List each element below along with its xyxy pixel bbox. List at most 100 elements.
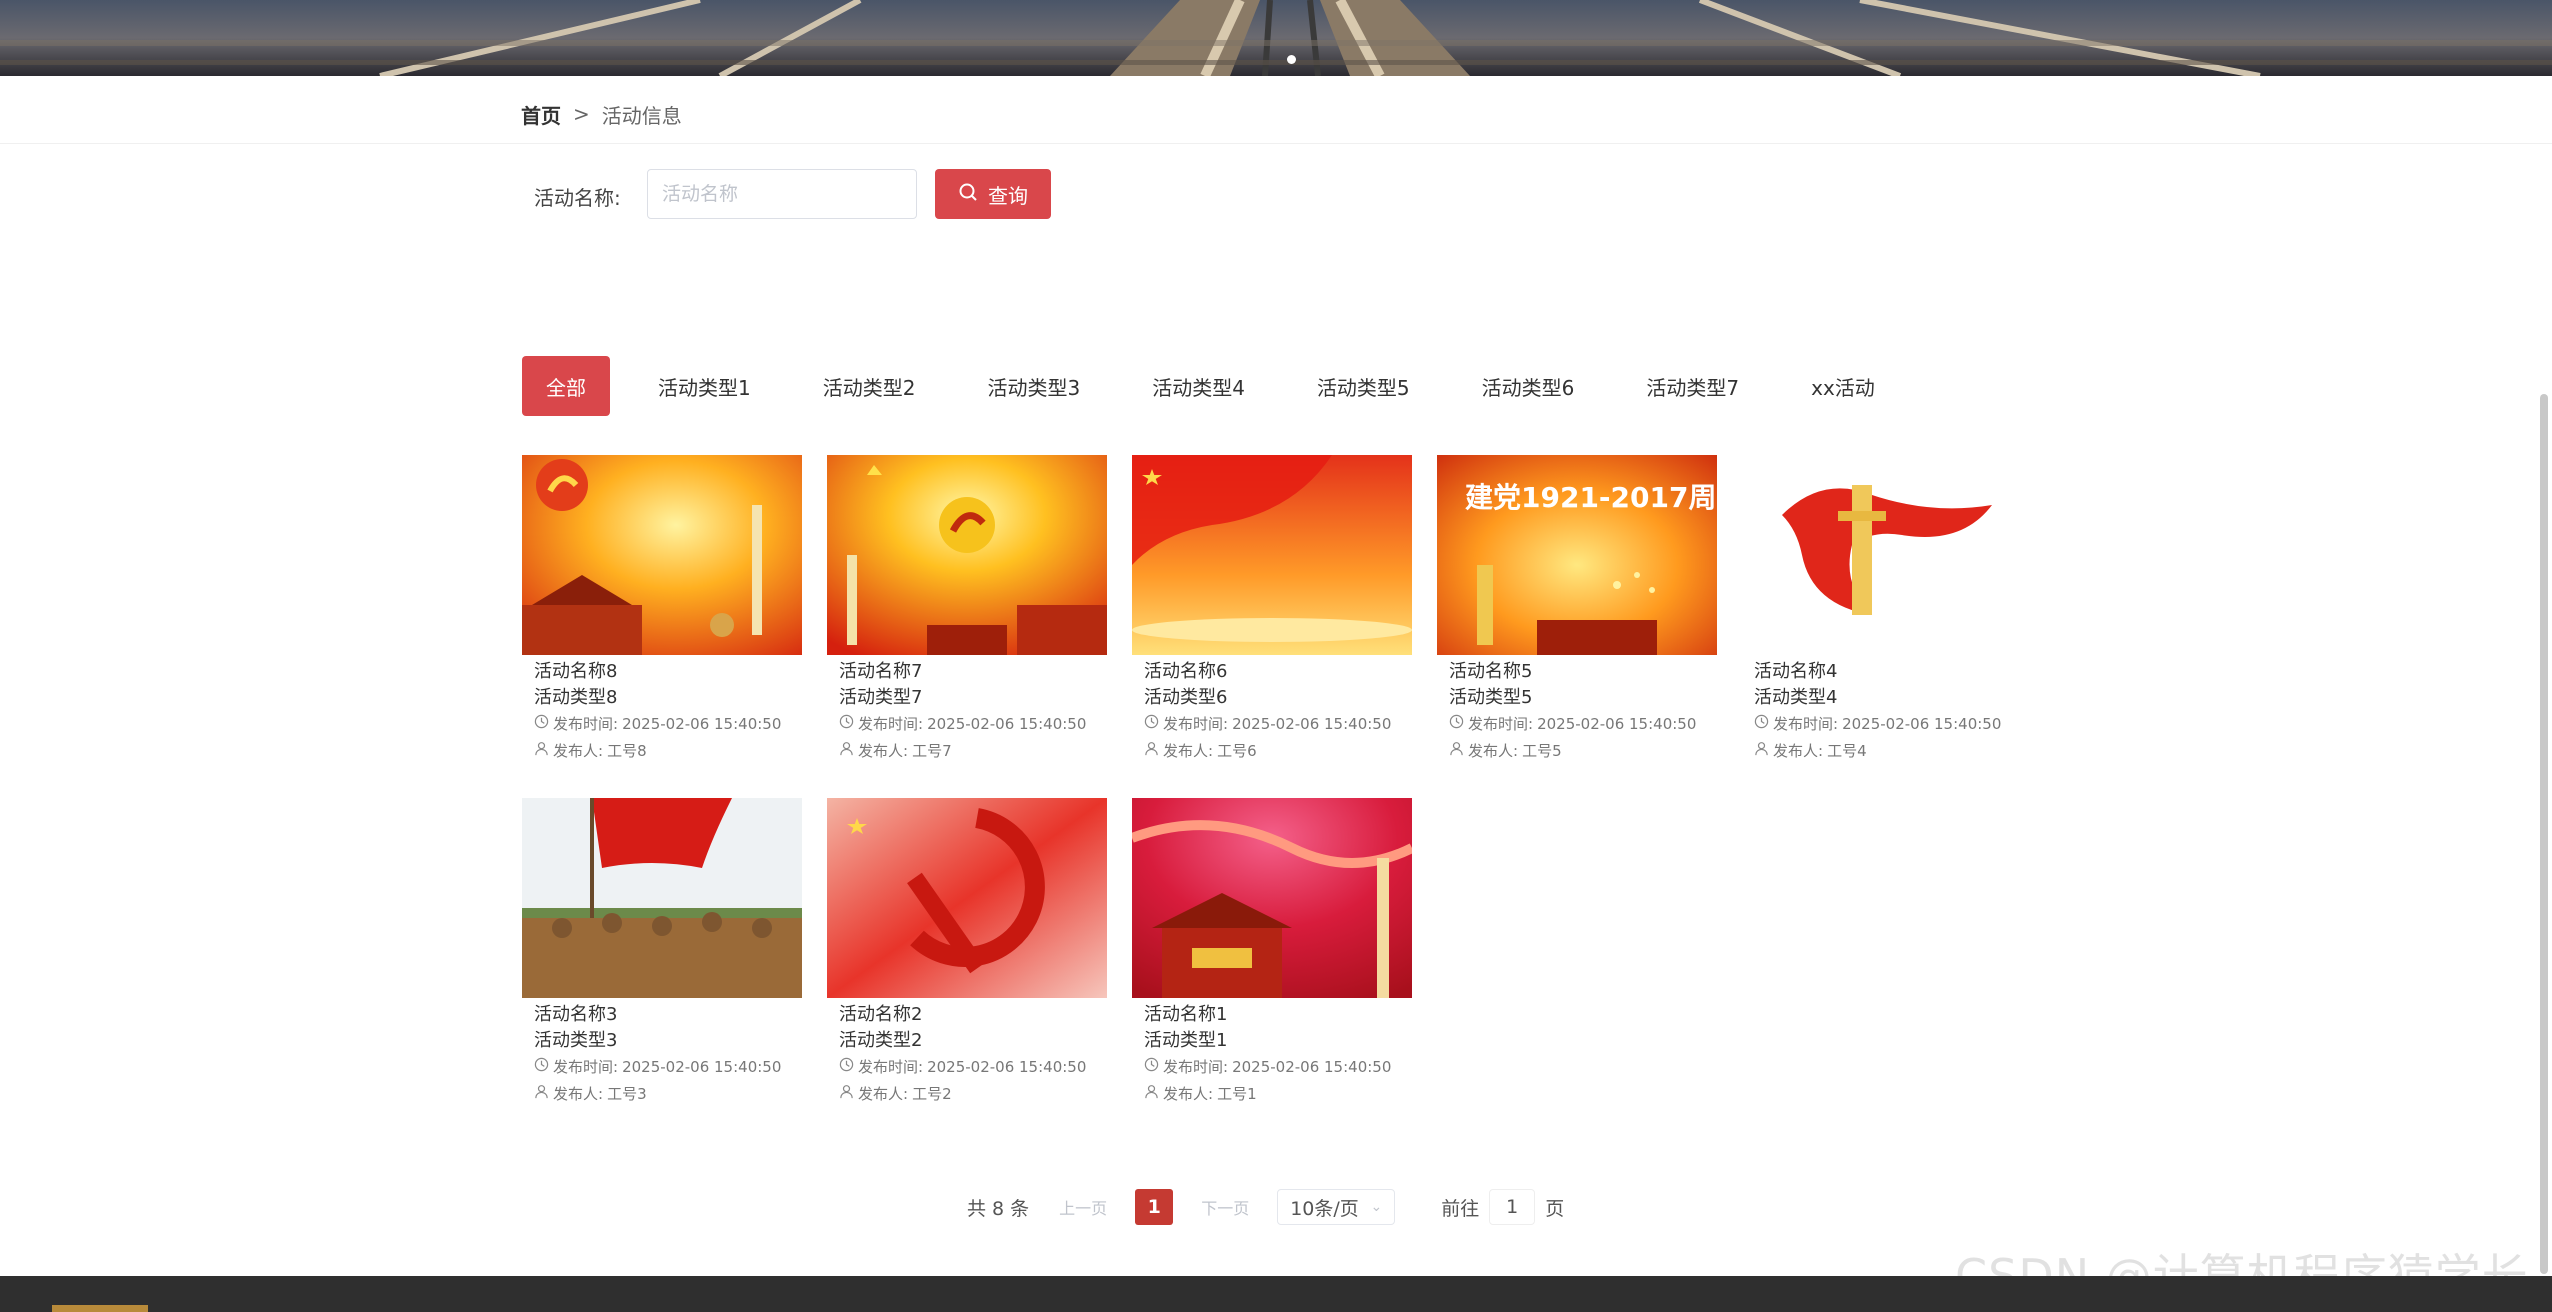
footer (0, 1276, 2552, 1312)
breadcrumb-separator: > (573, 102, 590, 126)
publisher-value: 工号5 (1522, 742, 1562, 760)
user-icon (534, 738, 549, 765)
clock-icon (1754, 711, 1769, 738)
activity-card[interactable]: 活动名称6 活动类型6 发布时间: 2025-02-06 15:40:50 发布… (1132, 455, 1412, 765)
divider (0, 143, 2552, 144)
publish-time-label: 发布时间: (553, 715, 619, 733)
activity-thumbnail[interactable] (522, 455, 802, 655)
publish-time: 发布时间: 2025-02-06 15:40:50 (839, 711, 1107, 738)
activity-thumbnail[interactable] (522, 798, 802, 998)
publisher-label: 发布人: (1468, 742, 1519, 760)
activity-thumbnail[interactable] (1742, 455, 2022, 655)
tab-all[interactable]: 全部 (522, 356, 610, 416)
activity-type: 活动类型4 (1754, 687, 1838, 708)
activity-thumbnail[interactable] (827, 455, 1107, 655)
clock-icon (1449, 711, 1464, 738)
publisher: 发布人: 工号4 (1754, 738, 2022, 765)
clock-icon (839, 711, 854, 738)
clock-icon (534, 711, 549, 738)
activity-card[interactable]: 建党1921-2017周年 活动名称5 活动类型5 发布时间: 2025-02-… (1437, 455, 1717, 765)
publisher: 发布人: 工号3 (534, 1081, 802, 1108)
activity-card[interactable]: 活动名称7 活动类型7 发布时间: 2025-02-06 15:40:50 发布… (827, 455, 1107, 765)
publisher-value: 工号7 (912, 742, 952, 760)
breadcrumb-current: 活动信息 (601, 103, 682, 128)
tab-type4[interactable]: 活动类型4 (1128, 356, 1269, 416)
publish-time-label: 发布时间: (858, 1058, 924, 1076)
publish-time-value: 2025-02-06 15:40:50 (1232, 1058, 1392, 1076)
publish-time-label: 发布时间: (1773, 715, 1839, 733)
publisher: 发布人: 工号2 (839, 1081, 1107, 1108)
breadcrumb-home[interactable]: 首页 (521, 100, 561, 129)
publisher-label: 发布人: (553, 742, 604, 760)
activity-name: 活动名称8 (534, 661, 618, 682)
tab-type3[interactable]: 活动类型3 (963, 356, 1104, 416)
activity-card[interactable]: 活动名称8 活动类型8 发布时间: 2025-02-06 15:40:50 发布… (522, 455, 802, 765)
activity-name: 活动名称2 (839, 1004, 923, 1025)
user-icon (839, 1081, 854, 1108)
goto-page-input[interactable]: 1 (1489, 1189, 1536, 1225)
chevron-down-icon: ⌄ (1370, 1199, 1383, 1215)
page-size-value: 10条/页 (1290, 1197, 1359, 1220)
publisher-label: 发布人: (553, 1085, 604, 1103)
publisher: 发布人: 工号1 (1144, 1081, 1412, 1108)
activity-card[interactable]: 活动名称3 活动类型3 发布时间: 2025-02-06 15:40:50 发布… (522, 798, 802, 1108)
search-button[interactable]: 查询 (935, 169, 1051, 219)
tab-type1[interactable]: 活动类型1 (634, 356, 775, 416)
activity-name: 活动名称1 (1144, 1004, 1228, 1025)
publisher-label: 发布人: (1773, 742, 1824, 760)
publish-time-value: 2025-02-06 15:40:50 (1537, 715, 1697, 733)
activity-thumbnail[interactable]: 建党1921-2017周年 (1437, 455, 1717, 655)
activity-card[interactable]: 活动名称2 活动类型2 发布时间: 2025-02-06 15:40:50 发布… (827, 798, 1107, 1108)
publish-time-label: 发布时间: (1163, 1058, 1229, 1076)
activity-type: 活动类型5 (1449, 687, 1533, 708)
breadcrumb: 首页 > 活动信息 (521, 100, 682, 129)
publisher-value: 工号8 (607, 742, 647, 760)
user-icon (839, 738, 854, 765)
activity-thumbnail[interactable] (827, 798, 1107, 998)
publish-time: 发布时间: 2025-02-06 15:40:50 (839, 1054, 1107, 1081)
publisher-label: 发布人: (858, 742, 909, 760)
publish-time-value: 2025-02-06 15:40:50 (622, 715, 782, 733)
tab-type5[interactable]: 活动类型5 (1293, 356, 1434, 416)
tab-type7[interactable]: 活动类型7 (1622, 356, 1763, 416)
publisher-label: 发布人: (1163, 742, 1214, 760)
activity-type: 活动类型1 (1144, 1030, 1228, 1051)
publish-time-label: 发布时间: (858, 715, 924, 733)
publisher-value: 工号2 (912, 1085, 952, 1103)
page-number-button[interactable]: 1 (1135, 1189, 1174, 1225)
search-button-label: 查询 (988, 183, 1028, 208)
publish-time: 发布时间: 2025-02-06 15:40:50 (1449, 711, 1717, 738)
page-size-select[interactable]: 10条/页 ⌄ (1277, 1189, 1396, 1225)
activity-name-input[interactable] (647, 169, 917, 219)
publish-time: 发布时间: 2025-02-06 15:40:50 (534, 1054, 802, 1081)
publisher-value: 工号3 (607, 1085, 647, 1103)
goto-suffix: 页 (1545, 1197, 1565, 1220)
activity-card[interactable]: 活动名称4 活动类型4 发布时间: 2025-02-06 15:40:50 发布… (1742, 455, 2022, 765)
activity-type: 活动类型3 (534, 1030, 618, 1051)
publish-time-label: 发布时间: (553, 1058, 619, 1076)
publish-time: 发布时间: 2025-02-06 15:40:50 (1754, 711, 2022, 738)
publisher-label: 发布人: (858, 1085, 909, 1103)
tab-type6[interactable]: 活动类型6 (1458, 356, 1599, 416)
tab-type2[interactable]: 活动类型2 (799, 356, 940, 416)
thumbnail-title: 建党1921-2017周年 (1465, 481, 1717, 514)
carousel-indicator-dot[interactable] (1287, 55, 1296, 64)
activity-thumbnail[interactable] (1132, 455, 1412, 655)
search-icon (958, 182, 978, 207)
clock-icon (1144, 1054, 1159, 1081)
publisher-value: 工号4 (1827, 742, 1867, 760)
publisher: 发布人: 工号7 (839, 738, 1107, 765)
scrollbar[interactable] (2540, 394, 2548, 1274)
banner-carousel[interactable] (0, 0, 2552, 76)
publish-time: 发布时间: 2025-02-06 15:40:50 (534, 711, 802, 738)
tab-xx[interactable]: xx活动 (1787, 356, 1899, 416)
publish-time-label: 发布时间: (1468, 715, 1534, 733)
activity-thumbnail[interactable] (1132, 798, 1412, 998)
prev-page-button[interactable]: 上一页 (1059, 1195, 1107, 1219)
activity-type: 活动类型8 (534, 687, 618, 708)
activity-type: 活动类型6 (1144, 687, 1228, 708)
activity-name: 活动名称4 (1754, 661, 1838, 682)
clock-icon (839, 1054, 854, 1081)
next-page-button[interactable]: 下一页 (1201, 1195, 1249, 1219)
activity-card[interactable]: 活动名称1 活动类型1 发布时间: 2025-02-06 15:40:50 发布… (1132, 798, 1412, 1108)
